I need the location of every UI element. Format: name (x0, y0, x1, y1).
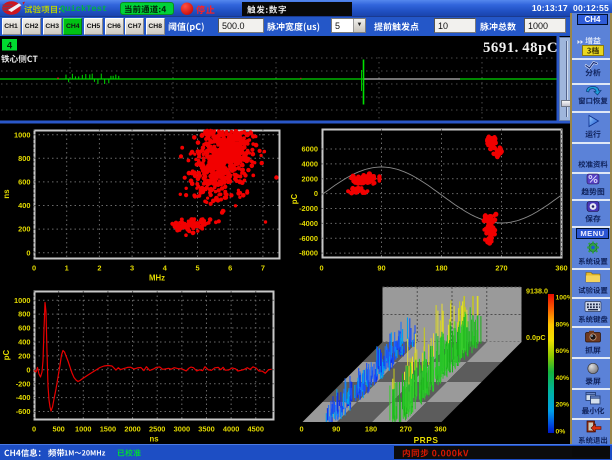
svg-text:1500: 1500 (100, 425, 116, 434)
svg-text:ns: ns (2, 189, 11, 199)
svg-text:pC: pC (290, 193, 299, 204)
svg-text:40%: 40% (556, 375, 570, 382)
svg-text:800: 800 (18, 310, 30, 319)
svg-text:4: 4 (163, 264, 168, 273)
svg-text:80%: 80% (556, 321, 570, 328)
svg-text:MHz: MHz (149, 274, 165, 283)
svg-text:7: 7 (261, 264, 265, 273)
svg-text:600: 600 (18, 324, 30, 333)
svg-text:180: 180 (365, 425, 377, 434)
svg-text:2500: 2500 (149, 425, 165, 434)
svg-text:-6000: -6000 (299, 234, 318, 243)
svg-text:360: 360 (434, 425, 446, 434)
svg-text:-4000: -4000 (299, 219, 318, 228)
svg-text:5691. 48pC: 5691. 48pC (483, 40, 558, 56)
svg-text:0: 0 (32, 264, 36, 273)
svg-text:0: 0 (314, 189, 318, 198)
svg-text:1: 1 (65, 264, 69, 273)
svg-text:270: 270 (400, 425, 412, 434)
svg-text:-2000: -2000 (299, 204, 318, 213)
svg-text:3: 3 (130, 264, 134, 273)
svg-text:90: 90 (377, 264, 385, 273)
svg-text:400: 400 (18, 338, 30, 347)
svg-text:500: 500 (52, 425, 64, 434)
svg-text:6: 6 (228, 264, 232, 273)
svg-text:0: 0 (299, 425, 303, 434)
svg-text:3000: 3000 (174, 425, 190, 434)
svg-text:ns: ns (149, 435, 159, 444)
svg-text:2000: 2000 (302, 174, 318, 183)
svg-text:-200: -200 (16, 379, 31, 388)
svg-text:0: 0 (26, 365, 30, 374)
svg-text:0: 0 (32, 425, 36, 434)
svg-text:1000: 1000 (14, 130, 30, 139)
svg-text:3500: 3500 (198, 425, 214, 434)
svg-text:800: 800 (18, 154, 30, 163)
svg-text:180: 180 (435, 264, 447, 273)
svg-text:pC: pC (2, 349, 11, 360)
svg-text:360: 360 (555, 264, 567, 273)
svg-text:1000: 1000 (14, 296, 30, 305)
svg-text:6000: 6000 (302, 145, 318, 154)
svg-text:4000: 4000 (223, 425, 239, 434)
svg-text:-400: -400 (16, 393, 31, 402)
svg-text:-600: -600 (16, 407, 31, 416)
svg-text:2000: 2000 (124, 425, 140, 434)
svg-text:600: 600 (18, 178, 30, 187)
svg-text:0: 0 (26, 248, 30, 257)
svg-text:270: 270 (495, 264, 507, 273)
svg-text:1000: 1000 (75, 425, 91, 434)
svg-text:400: 400 (18, 201, 30, 210)
svg-text:200: 200 (18, 351, 30, 360)
svg-text:0%: 0% (556, 429, 566, 436)
svg-text:-8000: -8000 (299, 249, 318, 258)
svg-text:5: 5 (195, 264, 199, 273)
svg-text:4: 4 (7, 41, 13, 52)
svg-text:20%: 20% (556, 402, 570, 409)
svg-text:60%: 60% (556, 348, 570, 355)
svg-text:90: 90 (332, 425, 340, 434)
svg-text:9138.0: 9138.0 (526, 287, 548, 296)
svg-text:200: 200 (18, 225, 30, 234)
svg-text:0.0pC: 0.0pC (526, 333, 546, 342)
svg-text:2: 2 (97, 264, 101, 273)
svg-text:4000: 4000 (302, 159, 318, 168)
svg-text:0: 0 (319, 264, 323, 273)
svg-text:4500: 4500 (248, 425, 264, 434)
